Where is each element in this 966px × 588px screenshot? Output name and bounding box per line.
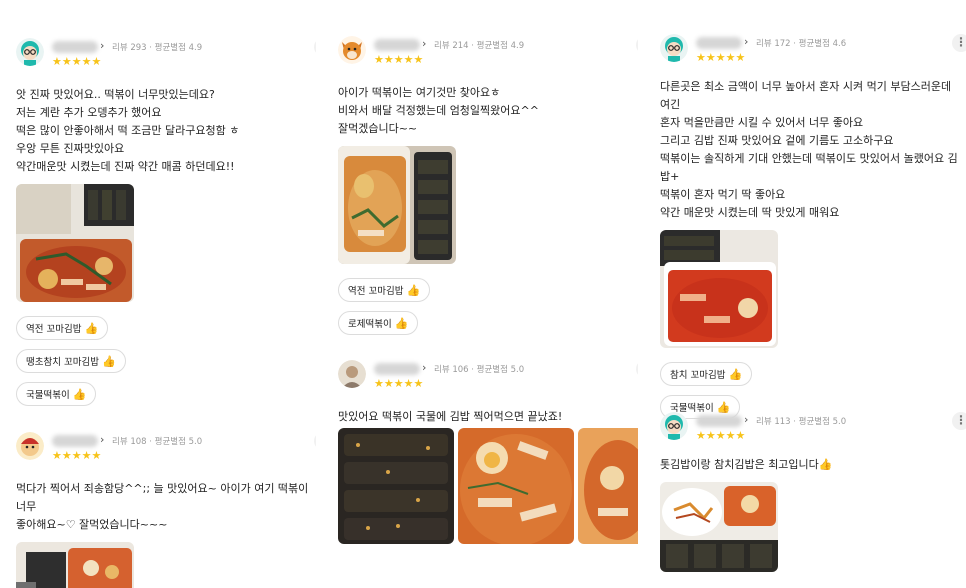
menu-chip-label: 땡초참치 꼬마김밥 [26,357,99,368]
chevron-right-icon[interactable]: › [422,37,426,50]
menu-chip-label: 역전 꼬마김밥 [26,324,82,335]
review-card: › 리뷰 172 · 평균별점 4.6 ★★★★★ ⋮ 다른곳은 최소 금액이 … [660,34,966,428]
review-header: › 리뷰 108 · 평균별점 5.0 ★★★★★ ⋮ [16,432,316,466]
reviewer-name-blurred[interactable] [52,435,98,447]
review-text: 아이가 떡볶이는 여기것만 찾아요ㅎ 비와서 배달 걱정했는데 엄청일찍왔어요^… [338,86,539,135]
review-card: › 리뷰 106 · 평균별점 5.0 ★★★★★ ⋮ 맛있어요 떡볶이 국물에… [338,360,638,544]
more-vertical-icon[interactable]: ⋮ [314,432,316,450]
star-rating: ★★★★★ [52,449,102,462]
menu-chip[interactable]: 역전 꼬마김밥 👍 [338,278,431,302]
review-photo[interactable] [338,428,454,544]
review-card: › 리뷰 214 · 평균별점 4.9 ★★★★★ ⋮ 아이가 떡볶이는 여기것… [338,36,638,344]
review-meta: 리뷰 293 · 평균별점 4.9 [112,43,203,53]
review-photo[interactable] [338,146,456,264]
menu-chip[interactable]: 로제떡볶이 👍 [338,311,419,335]
review-photo[interactable] [458,428,574,544]
review-text: 톳김밥이랑 참치김밥은 최고입니다👍 [660,458,833,471]
review-meta: 리뷰 214 · 평균별점 4.9 [434,41,525,51]
review-text: 앗 진짜 맛있어요.. 떡볶이 너무맛있는데요? 저는 계란 추가 오뎅추가 했… [16,88,240,173]
review-card: › 리뷰 293 · 평균별점 4.9 ★★★★★ ⋮ 앗 진짜 맛있어요.. … [16,38,316,415]
menu-chip-label: 참치 꼬마김밥 [670,370,726,381]
thumbs-up-icon: 👍 [406,283,421,297]
thumbs-up-icon: 👍 [84,321,99,335]
more-vertical-icon[interactable]: ⋮ [314,38,316,56]
avatar[interactable] [660,412,688,440]
menu-chip[interactable]: 역전 꼬마김밥 👍 [16,316,109,340]
review-photo[interactable] [578,428,638,544]
chevron-right-icon[interactable]: › [744,35,748,48]
reviewer-name-blurred[interactable] [696,415,742,427]
review-header: › 리뷰 106 · 평균별점 5.0 ★★★★★ ⋮ [338,360,638,394]
star-rating: ★★★★★ [374,377,424,390]
review-column-3: › 리뷰 172 · 평균별점 4.6 ★★★★★ ⋮ 다른곳은 최소 금액이 … [660,0,966,588]
review-card: › 리뷰 108 · 평균별점 5.0 ★★★★★ ⋮ 먹다가 찍어서 죄송함당… [16,432,316,588]
thumbs-up-icon: 👍 [394,316,409,330]
thumbs-up-icon: 👍 [101,354,116,368]
star-rating: ★★★★★ [696,51,746,64]
photo-strip [338,428,638,546]
menu-chips: 역전 꼬마김밥 👍 로제떡볶이 👍 [338,278,638,344]
review-text: 맛있어요 떡볶이 국물에 김밥 찍어먹으면 끝났죠! [338,410,563,423]
avatar[interactable] [660,34,688,62]
star-rating: ★★★★★ [52,55,102,68]
review-text: 다른곳은 최소 금액이 너무 높아서 혼자 시켜 먹기 부담스러운데 여긴 혼자… [660,80,958,219]
avatar[interactable] [16,38,44,66]
review-column-2: › 리뷰 214 · 평균별점 4.9 ★★★★★ ⋮ 아이가 떡볶이는 여기것… [338,0,638,588]
reviewer-name-blurred[interactable] [696,37,742,49]
menu-chip[interactable]: 참치 꼬마김밥 👍 [660,362,753,386]
review-meta: 리뷰 108 · 평균별점 5.0 [112,437,203,447]
review-photo[interactable] [16,184,134,302]
menu-chip[interactable]: 국물떡볶이 👍 [16,382,97,406]
menu-chips: 역전 꼬마김밥 👍 땡초참치 꼬마김밥 👍 국물떡볶이 👍 [16,316,316,415]
more-vertical-icon[interactable]: ⋮ [636,36,638,54]
thumbs-up-icon: 👍 [72,387,87,401]
chevron-right-icon[interactable]: › [100,433,104,446]
review-meta: 리뷰 106 · 평균별점 5.0 [434,365,525,375]
review-column-1: › 리뷰 293 · 평균별점 4.9 ★★★★★ ⋮ 앗 진짜 맛있어요.. … [16,0,316,588]
more-vertical-icon[interactable]: ⋮ [952,34,966,52]
review-header: › 리뷰 293 · 평균별점 4.9 ★★★★★ ⋮ [16,38,316,72]
avatar[interactable] [338,360,366,388]
avatar[interactable] [338,36,366,64]
menu-chip-label: 역전 꼬마김밥 [348,286,404,297]
reviewer-name-blurred[interactable] [374,363,420,375]
review-header: › 리뷰 113 · 평균별점 5.0 ★★★★★ ⋮ [660,412,966,446]
avatar[interactable] [16,432,44,460]
star-rating: ★★★★★ [374,53,424,66]
menu-chip-label: 로제떡볶이 [348,319,392,330]
review-meta: 리뷰 113 · 평균별점 5.0 [756,417,847,427]
review-meta: 리뷰 172 · 평균별점 4.6 [756,39,847,49]
review-card: › 리뷰 113 · 평균별점 5.0 ★★★★★ ⋮ 톳김밥이랑 참치김밥은 … [660,412,966,572]
reviewer-name-blurred[interactable] [52,41,98,53]
chevron-right-icon[interactable]: › [422,361,426,374]
chevron-right-icon[interactable]: › [744,413,748,426]
chevron-right-icon[interactable]: › [100,39,104,52]
review-text: 먹다가 찍어서 죄송함당^^;; 늘 맛있어요~ 아이가 여기 떡볶이 너무 좋… [16,482,309,531]
review-photo[interactable] [16,542,134,588]
reviewer-name-blurred[interactable] [374,39,420,51]
menu-chip-label: 국물떡볶이 [26,390,70,401]
thumbs-up-icon: 👍 [728,367,743,381]
review-photo[interactable] [660,482,778,572]
more-vertical-icon[interactable]: ⋮ [952,412,966,430]
more-vertical-icon[interactable]: ⋮ [636,360,638,378]
review-photo[interactable] [660,230,778,348]
review-header: › 리뷰 214 · 평균별점 4.9 ★★★★★ ⋮ [338,36,638,70]
menu-chip[interactable]: 땡초참치 꼬마김밥 👍 [16,349,126,373]
star-rating: ★★★★★ [696,429,746,442]
review-header: › 리뷰 172 · 평균별점 4.6 ★★★★★ ⋮ [660,34,966,68]
